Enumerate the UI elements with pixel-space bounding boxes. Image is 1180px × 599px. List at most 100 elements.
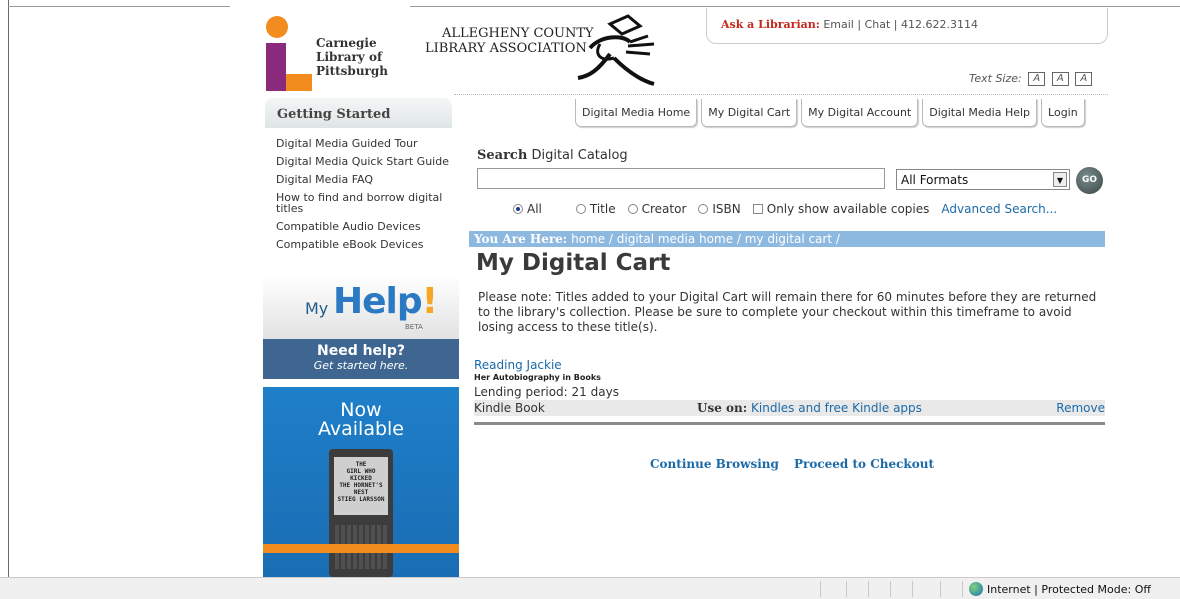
status-separator [868, 581, 869, 597]
available-only-checkbox[interactable] [752, 204, 763, 214]
browser-status-bar: Internet | Protected Mode: Off [0, 577, 1180, 599]
cart-item-lending-period: Lending period: 21 days [474, 385, 619, 399]
advanced-search-link[interactable]: Advanced Search... [941, 202, 1057, 216]
now-available-promo[interactable]: Now Available THE GIRL WHO KICKED THE HO… [263, 387, 459, 577]
text-size-small-button[interactable]: A [1028, 72, 1046, 86]
cart-item-title[interactable]: Reading Jackie [474, 358, 562, 372]
myhelp-bang: ! [421, 281, 438, 322]
book-cover-line: GIRL WHO [346, 468, 376, 475]
chat-link[interactable]: Chat [865, 18, 891, 31]
go-button[interactable]: GO [1076, 167, 1103, 194]
runner-with-book-icon [577, 14, 655, 86]
window-border [410, 6, 1180, 7]
proceed-to-checkout-link[interactable]: Proceed to Checkout [794, 457, 934, 471]
available-only-label: Only show available copies [766, 202, 930, 216]
sidebar-links: Digital Media Guided Tour Digital Media … [276, 138, 456, 257]
promo-heading: Now Available [263, 387, 459, 439]
cart-divider [474, 422, 1105, 425]
sidebar-link-audio-devices[interactable]: Compatible Audio Devices [276, 221, 456, 232]
window-border [8, 6, 230, 7]
search-heading: Search Digital Catalog [477, 148, 628, 163]
acla-line: LIBRARY ASSOCIATION [425, 41, 587, 56]
myhelp-help-word: Help [333, 281, 423, 322]
logo-line: Library of [316, 50, 383, 64]
page-title: My Digital Cart [476, 250, 671, 276]
myhelp-banner[interactable]: My Help! BETA Need help? Get started her… [263, 275, 459, 379]
get-started-text: Get started here. [313, 359, 409, 372]
radio-title[interactable] [575, 204, 586, 214]
myhelp-my-text: My [305, 299, 329, 318]
option-all[interactable]: All [513, 202, 542, 216]
sidebar-link-ebook-devices[interactable]: Compatible eBook Devices [276, 239, 456, 250]
option-isbn-label: ISBN [712, 202, 741, 216]
globe-icon [969, 582, 983, 596]
tab-login[interactable]: Login [1041, 99, 1085, 127]
book-cover-line: STIEG LARSSON [337, 496, 385, 503]
email-link[interactable]: Email [823, 18, 854, 31]
radio-all[interactable] [513, 204, 523, 214]
status-separator [846, 581, 847, 597]
acla-logo[interactable]: ALLEGHENY COUNTY LIBRARY ASSOCIATION [425, 14, 655, 94]
text-size-label: Text Size: [969, 72, 1022, 85]
status-separator [940, 581, 941, 597]
security-zone[interactable]: Internet | Protected Mode: Off [969, 582, 1151, 596]
breadcrumb-label: You Are Here: [474, 232, 568, 246]
status-separator [890, 581, 891, 597]
carnegie-library-logo[interactable]: Carnegie Library of Pittsburgh [266, 16, 416, 92]
status-separator [820, 581, 821, 597]
format-selected-value: All Formats [901, 173, 969, 187]
option-isbn[interactable]: ISBN [698, 202, 741, 216]
continue-browsing-link[interactable]: Continue Browsing [650, 457, 779, 471]
tab-my-digital-account[interactable]: My Digital Account [801, 99, 919, 127]
promo-line: Available [317, 418, 404, 440]
tab-my-digital-cart[interactable]: My Digital Cart [701, 99, 798, 127]
radio-creator[interactable] [627, 204, 638, 214]
tab-digital-media-help[interactable]: Digital Media Help [922, 99, 1038, 127]
dropdown-arrow-icon[interactable]: ▼ [1053, 172, 1067, 187]
breadcrumb-path[interactable]: home / digital media home / my digital c… [571, 232, 840, 246]
header-divider [454, 94, 1108, 95]
phone-number: 412.622.3114 [900, 18, 978, 31]
need-help-text: Need help? [316, 343, 405, 359]
kindle-screen: THE GIRL WHO KICKED THE HORNET'S NEST ST… [334, 457, 388, 515]
myhelp-cta: Need help? Get started here. [263, 339, 459, 379]
option-title[interactable]: Title [575, 202, 616, 216]
status-separator [962, 581, 963, 597]
breadcrumb: You Are Here: home / digital media home … [469, 231, 1105, 247]
text-size-medium-button[interactable]: A [1051, 72, 1069, 86]
cart-item-subtitle: Her Autobiography in Books [474, 373, 601, 382]
myhelp-beta-text: BETA [405, 323, 423, 331]
sidebar-link-quick-start[interactable]: Digital Media Quick Start Guide [276, 156, 456, 167]
search-input[interactable] [477, 168, 885, 189]
option-creator[interactable]: Creator [627, 202, 686, 216]
logo-foot-shape [286, 74, 312, 91]
format-select[interactable]: All Formats ▼ [896, 169, 1070, 190]
sidebar-link-faq[interactable]: Digital Media FAQ [276, 174, 456, 185]
option-title-label: Title [589, 202, 616, 216]
separator: | [893, 18, 901, 31]
remove-link[interactable]: Remove [1056, 400, 1105, 416]
option-all-label: All [527, 202, 542, 216]
logo-line: Carnegie [316, 36, 377, 50]
available-only-option[interactable]: Only show available copies [752, 202, 930, 216]
book-cover-line: THE [355, 461, 367, 468]
radio-isbn[interactable] [698, 204, 709, 214]
ask-a-librarian-label: Ask a Librarian: [721, 18, 820, 31]
acla-logo-text: ALLEGHENY COUNTY LIBRARY ASSOCIATION [425, 26, 594, 56]
search-options: All Title Creator ISBN Only show availab… [513, 202, 1057, 216]
search-heading-rest: Digital Catalog [531, 148, 628, 163]
book-cover-line: THE HORNET'S [339, 482, 383, 489]
separator: | [857, 18, 865, 31]
text-size-large-button[interactable]: A [1075, 72, 1093, 86]
tab-digital-media-home[interactable]: Digital Media Home [575, 99, 698, 127]
cart-item-row: Kindle Book Use on: Kindles and free Kin… [474, 400, 1105, 416]
cart-item-use-on: Use on: Kindles and free Kindle apps [697, 400, 922, 416]
getting-started-heading: Getting Started [265, 98, 452, 128]
cart-item-format: Kindle Book [474, 401, 545, 415]
security-zone-text: Internet | Protected Mode: Off [987, 582, 1151, 596]
use-on-link[interactable]: Kindles and free Kindle apps [751, 401, 922, 415]
acla-line: ALLEGHENY COUNTY [442, 26, 594, 41]
sidebar-link-find-borrow[interactable]: How to find and borrow digital titles [276, 192, 456, 214]
sidebar-link-guided-tour[interactable]: Digital Media Guided Tour [276, 138, 456, 149]
cart-notice: Please note: Titles added to your Digita… [478, 290, 1097, 334]
